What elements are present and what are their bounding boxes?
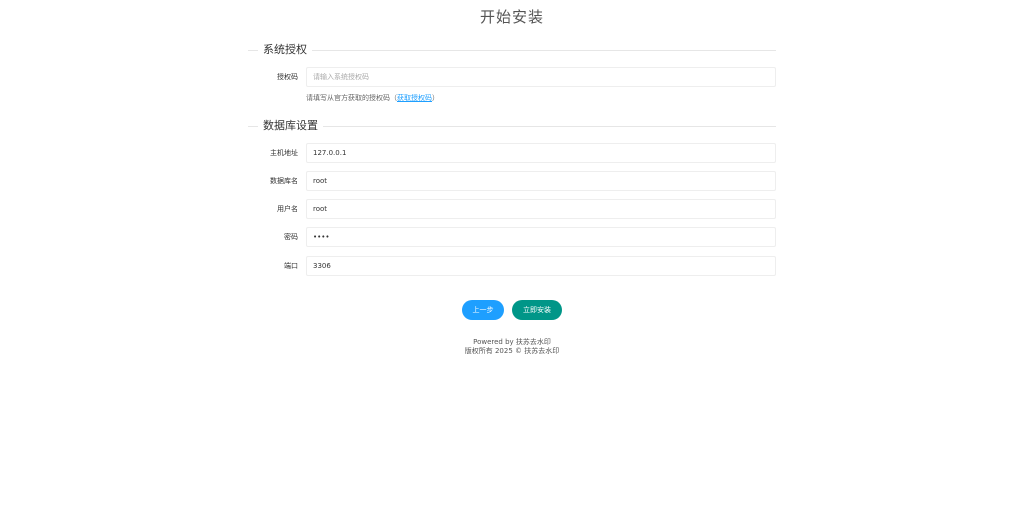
copyright-text: 版权所有 2025 © 扶苏去水印 [464, 347, 560, 355]
powered-by-text: Powered by 扶苏去水印 [473, 338, 551, 346]
db-user-input[interactable] [306, 199, 776, 219]
database-section-title: 数据库设置 [258, 118, 323, 134]
db-user-row: 用户名 [248, 199, 776, 219]
db-host-input[interactable] [306, 143, 776, 163]
install-page: 开始安装 系统授权 授权码 请填写从官方获取的授权码（获取授权码） 数据库设置 … [0, 0, 1024, 517]
page-title: 开始安装 [479, 8, 544, 26]
footer: Powered by 扶苏去水印 版权所有 2025 © 扶苏去水印 [0, 338, 1024, 356]
db-host-label: 主机地址 [270, 149, 298, 157]
license-code-input[interactable] [306, 67, 776, 87]
license-code-row: 授权码 [248, 67, 776, 87]
license-hint-suffix: ） [432, 94, 439, 102]
license-section-header: 系统授权 [248, 42, 776, 58]
db-name-row: 数据库名 [248, 171, 776, 191]
db-name-label: 数据库名 [270, 177, 298, 185]
db-port-input[interactable] [306, 256, 776, 276]
db-password-input[interactable] [306, 227, 776, 247]
license-section-title: 系统授权 [258, 42, 312, 58]
db-port-row: 端口 [248, 256, 776, 276]
db-password-row: 密码 [248, 227, 776, 247]
db-port-label: 端口 [284, 262, 298, 270]
install-now-button[interactable]: 立即安装 [512, 300, 562, 320]
license-hint: 请填写从官方获取的授权码（获取授权码） [306, 93, 439, 103]
get-license-link[interactable]: 获取授权码 [397, 94, 432, 102]
license-hint-prefix: 请填写从官方获取的授权码（ [306, 94, 397, 102]
db-user-label: 用户名 [277, 205, 298, 213]
db-password-label: 密码 [284, 233, 298, 241]
license-code-label: 授权码 [277, 73, 298, 81]
prev-step-button[interactable]: 上一步 [462, 300, 504, 320]
section-divider [248, 50, 776, 51]
section-divider [248, 126, 776, 127]
db-name-input[interactable] [306, 171, 776, 191]
db-host-row: 主机地址 [248, 143, 776, 163]
database-section-header: 数据库设置 [248, 118, 776, 134]
